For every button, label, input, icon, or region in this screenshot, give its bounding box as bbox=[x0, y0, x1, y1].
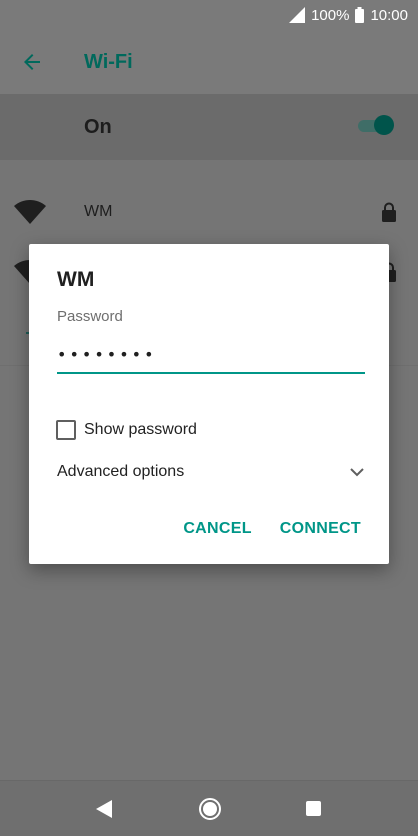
arrow-back-icon[interactable] bbox=[20, 50, 44, 74]
network-item-wm[interactable]: WM bbox=[0, 182, 418, 242]
show-password-label: Show password bbox=[84, 421, 197, 438]
app-bar: Wi-Fi bbox=[0, 30, 418, 94]
connect-button[interactable]: CONNECT bbox=[280, 520, 361, 538]
battery-icon bbox=[355, 7, 365, 23]
cancel-button[interactable]: CANCEL bbox=[183, 520, 251, 538]
lock-icon bbox=[382, 202, 396, 222]
password-input[interactable] bbox=[57, 340, 365, 374]
page-title: Wi-Fi bbox=[84, 51, 133, 73]
network-name: WM bbox=[84, 203, 113, 220]
nav-recents-icon[interactable] bbox=[306, 801, 321, 816]
show-password-checkbox[interactable] bbox=[56, 420, 76, 440]
advanced-options-row[interactable]: Advanced options bbox=[57, 458, 365, 486]
wifi-password-dialog: WM Password Show password Advanced optio… bbox=[29, 244, 389, 564]
navigation-bar bbox=[0, 780, 418, 836]
password-label: Password bbox=[57, 308, 123, 325]
nav-back-icon[interactable] bbox=[96, 800, 112, 818]
clock: 10:00 bbox=[370, 6, 408, 24]
wifi-toggle-row[interactable]: On bbox=[0, 94, 418, 160]
advanced-options-label: Advanced options bbox=[57, 463, 185, 480]
dialog-title: WM bbox=[57, 268, 95, 291]
battery-percent: 100% bbox=[311, 6, 350, 24]
signal-icon bbox=[289, 7, 306, 23]
dialog-actions: CANCEL CONNECT bbox=[183, 520, 361, 538]
status-bar: 100% 10:00 bbox=[0, 0, 418, 30]
wifi-toggle-label: On bbox=[84, 116, 112, 138]
wifi-toggle-switch[interactable] bbox=[358, 115, 394, 135]
toggle-thumb bbox=[374, 115, 394, 135]
nav-home-icon[interactable] bbox=[198, 797, 222, 821]
status-icons: 100% 10:00 bbox=[289, 0, 408, 30]
show-password-row[interactable]: Show password bbox=[56, 418, 197, 442]
wifi-icon bbox=[14, 200, 46, 224]
chevron-down-icon[interactable] bbox=[349, 464, 365, 480]
